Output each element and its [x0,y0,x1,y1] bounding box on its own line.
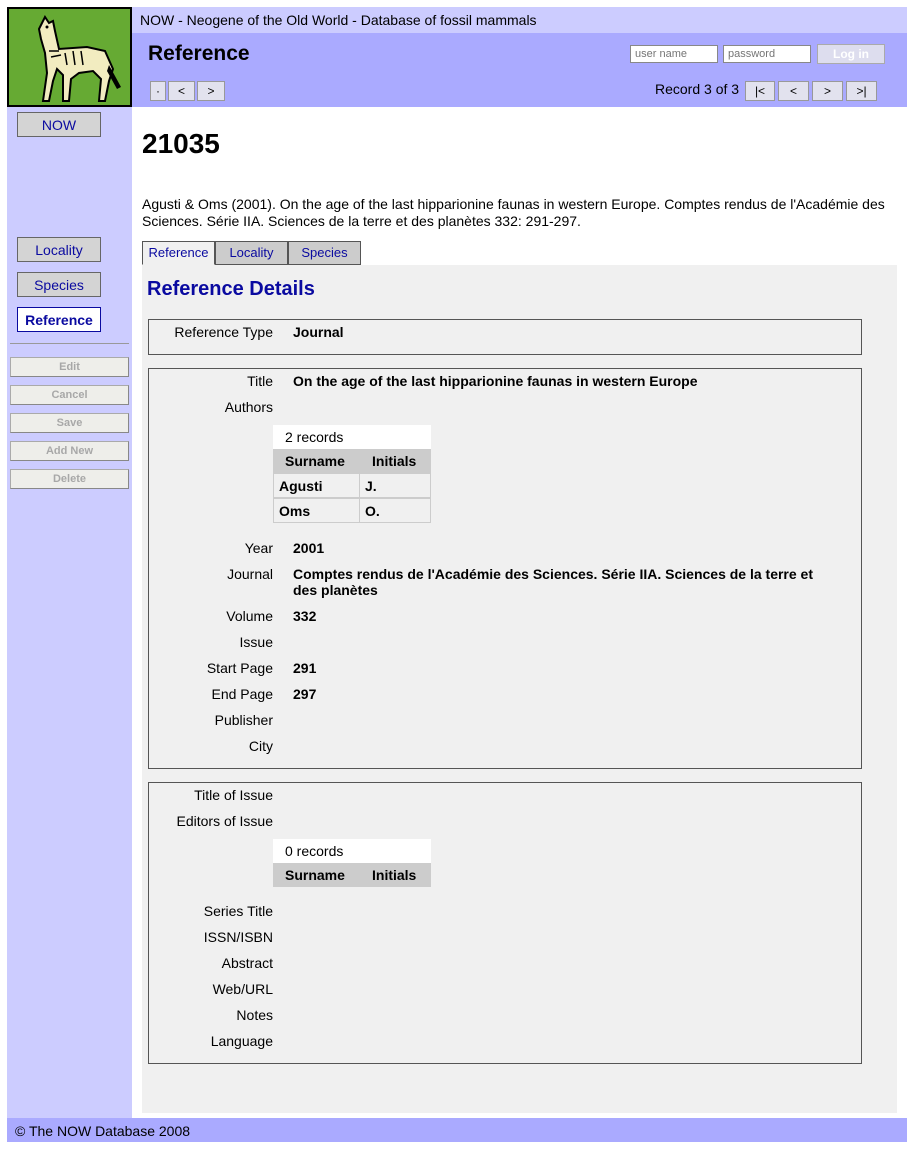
author-initials: J. [365,478,377,494]
tab-locality[interactable]: Locality [215,241,288,265]
issue-label: Issue [239,634,273,650]
issn-label: ISSN/ISBN [203,929,273,945]
tab-species[interactable]: Species [288,241,361,265]
username-input[interactable] [630,45,718,63]
end-page-value: 297 [293,686,317,702]
title-label: Title [247,373,273,389]
prev-record-button[interactable]: < [778,81,809,101]
nav-back-button[interactable]: < [168,81,195,101]
add-new-button[interactable]: Add New [10,441,129,461]
next-record-button[interactable]: > [812,81,843,101]
login-button[interactable]: Log in [817,44,885,64]
editors-record-count: 0 records [273,839,431,863]
section-title: Reference Details [147,278,315,300]
author-initials: O. [365,503,380,519]
surname-column-header: Surname [285,453,345,469]
delete-button[interactable]: Delete [10,469,129,489]
title-value: On the age of the last hipparionine faun… [293,373,698,389]
sidebar-item-reference[interactable]: Reference [17,307,101,332]
volume-label: Volume [226,608,273,624]
page-title: Reference [148,42,250,65]
tab-reference[interactable]: Reference [142,241,215,265]
sidebar-divider [10,343,129,344]
editors-label: Editors of Issue [176,813,274,829]
site-title: NOW - Neogene of the Old World - Databas… [140,12,537,28]
sidebar-item-species[interactable]: Species [17,272,101,297]
city-label: City [248,738,273,754]
initials-column-header: Initials [372,453,417,469]
first-record-button[interactable]: |< [745,81,775,101]
logo [7,7,132,107]
author-surname: Oms [279,503,311,519]
url-label: Web/URL [212,981,273,997]
authors-label: Authors [224,399,273,415]
record-counter: Record 3 of 3 [655,81,740,97]
nav-menu-button[interactable]: · [150,81,166,101]
author-surname: Agusti [279,478,323,494]
series-title-label: Series Title [203,903,273,919]
notes-label: Notes [236,1007,273,1023]
publisher-label: Publisher [214,712,273,728]
edit-button[interactable]: Edit [10,357,129,377]
initials-column-header: Initials [372,867,417,883]
copyright-text: © The NOW Database 2008 [15,1123,191,1139]
title-of-issue-label: Title of Issue [194,787,273,803]
year-label: Year [244,540,273,556]
year-value: 2001 [293,540,325,556]
last-record-button[interactable]: >| [846,81,877,101]
sidebar-item-locality[interactable]: Locality [17,237,101,262]
cancel-button[interactable]: Cancel [10,385,129,405]
abstract-label: Abstract [221,955,273,971]
reference-type-label: Reference Type [174,324,273,340]
surname-column-header: Surname [285,867,345,883]
journal-value: Comptes rendus de l'Académie des Science… [293,566,814,598]
editors-table-header: Surname Initials [273,863,431,887]
volume-value: 332 [293,608,317,624]
authors-table: 2 records Surname Initials Agusti J. Oms… [273,425,431,523]
language-label: Language [210,1033,273,1049]
now-button[interactable]: NOW [17,112,101,137]
editors-table: 0 records Surname Initials [273,839,431,887]
journal-label: Journal [227,566,273,582]
end-page-label: End Page [211,686,274,702]
citation-text: Agusti & Oms (2001). On the age of the l… [142,196,885,229]
sidebar [7,7,132,1118]
authors-table-header: Surname Initials [273,449,431,473]
record-id: 21035 [142,128,220,159]
reference-type-value: Journal [293,324,344,340]
horse-logo-icon [37,15,121,102]
table-row[interactable]: Agusti J. [273,473,431,498]
nav-forward-button[interactable]: > [197,81,225,101]
table-row[interactable]: Oms O. [273,498,431,523]
authors-record-count: 2 records [273,425,431,449]
start-page-label: Start Page [206,660,273,676]
password-input[interactable] [723,45,811,63]
save-button[interactable]: Save [10,413,129,433]
start-page-value: 291 [293,660,317,676]
